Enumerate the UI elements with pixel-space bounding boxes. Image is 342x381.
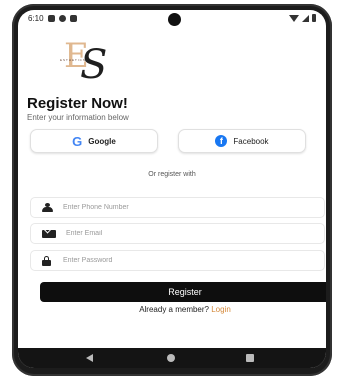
app-screen: 6:10 E ESTHETICS S Register Now! Enter y…	[18, 10, 326, 368]
password-input[interactable]	[63, 257, 283, 264]
facebook-icon: f	[215, 135, 228, 147]
mail-icon	[42, 229, 56, 238]
google-icon: G	[72, 133, 83, 149]
system-nav-bar	[18, 348, 326, 368]
camera-cutout	[168, 13, 181, 26]
email-input[interactable]	[66, 230, 286, 237]
recent-apps-icon[interactable]	[246, 354, 254, 362]
login-link[interactable]: Login	[211, 305, 231, 314]
settings-status-icon	[47, 15, 55, 22]
member-text: Already a member?	[139, 305, 209, 314]
google-label: Google	[88, 136, 116, 146]
sync-status-icon	[58, 15, 66, 22]
logo-letter-s: S	[80, 42, 108, 88]
person-icon	[42, 203, 53, 212]
brand-logo: E ESTHETICS S	[60, 36, 120, 88]
status-left: 6:10	[28, 14, 77, 23]
lock-icon	[42, 256, 53, 266]
facebook-signin-button[interactable]: f Facebook	[178, 129, 306, 153]
home-icon[interactable]	[167, 354, 175, 362]
signal-icon	[302, 14, 309, 22]
status-right	[289, 14, 316, 22]
wifi-icon	[289, 14, 299, 22]
status-time: 6:10	[28, 14, 44, 23]
phone-number-field[interactable]	[30, 197, 325, 218]
already-member-line: Already a member? Login	[18, 305, 326, 314]
sim-status-icon	[69, 15, 77, 22]
status-bar: 6:10	[18, 10, 326, 28]
back-icon[interactable]	[86, 354, 93, 362]
phone-frame: 6:10 E ESTHETICS S Register Now! Enter y…	[12, 4, 332, 376]
page-subtitle: Enter your information below	[27, 113, 129, 122]
email-field[interactable]	[30, 223, 325, 244]
phone-number-input[interactable]	[63, 204, 283, 211]
register-button[interactable]: Register	[40, 282, 326, 302]
google-signin-button[interactable]: G Google	[30, 129, 158, 153]
facebook-label: Facebook	[233, 136, 269, 146]
battery-icon	[312, 14, 316, 22]
password-field[interactable]	[30, 250, 325, 271]
page-title: Register Now!	[27, 95, 128, 112]
divider-text: Or register with	[148, 171, 196, 178]
